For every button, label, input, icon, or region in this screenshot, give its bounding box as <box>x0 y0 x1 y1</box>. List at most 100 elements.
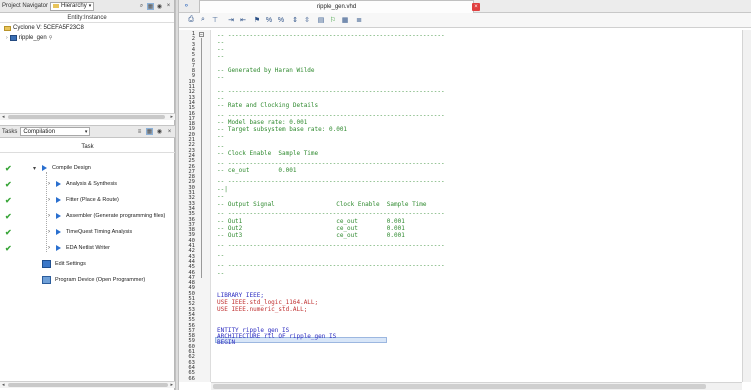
play-icon[interactable] <box>56 197 61 203</box>
play-icon[interactable] <box>56 229 61 235</box>
device-tree-row[interactable]: Cyclone V: 5CEFA5F23C8 <box>0 23 174 33</box>
device-folder-icon <box>4 25 11 31</box>
customize-icon[interactable]: ≡ <box>136 128 143 135</box>
compilation-select[interactable]: Compilation ▾ <box>20 127 91 136</box>
wrap-icon[interactable]: ≣ <box>355 16 363 24</box>
code-line[interactable]: -- <box>217 252 224 259</box>
fold-toggle-icon[interactable]: − <box>199 32 204 38</box>
find-icon[interactable]: ⌕ <box>199 16 207 24</box>
code-line[interactable]: -- -------------------------------------… <box>217 112 445 119</box>
template-icon[interactable]: ▤ <box>317 16 325 24</box>
scroll-right-icon[interactable]: ▸ <box>170 382 173 388</box>
code-line[interactable]: -- Output Signal Clock Enable Sample Tim… <box>217 201 427 208</box>
expand-icon[interactable]: › <box>48 197 50 203</box>
pin-tab-icon[interactable]: ⚬ <box>183 1 190 10</box>
code-line[interactable]: -- <box>217 270 224 277</box>
code-line[interactable]: -- <box>217 46 224 53</box>
entity-instance-column-header: Entity:Instance <box>0 13 174 23</box>
tree-expander-icon[interactable]: › <box>6 35 8 41</box>
task-program-device[interactable]: Program Device (Open Programmer) <box>0 272 175 288</box>
code-line[interactable]: -- <box>217 53 224 60</box>
code-line[interactable]: -- <box>217 95 224 102</box>
code-line[interactable]: -- -------------------------------------… <box>217 32 445 39</box>
scroll-right-icon[interactable]: ▸ <box>170 114 173 120</box>
scroll-left-icon[interactable]: ◂ <box>2 382 5 388</box>
code-line[interactable]: -- Out2 ce_out 0.001 <box>217 225 405 232</box>
code-line[interactable]: -- Model base rate: 0.001 <box>217 119 307 126</box>
comment-icon[interactable]: % <box>265 16 273 24</box>
pin-icon[interactable]: ◉ <box>156 128 163 135</box>
code-line[interactable]: -- Clock Enable Sample Time <box>217 150 318 157</box>
code-line[interactable]: USE IEEE.std_logic_1164.ALL; <box>217 299 318 306</box>
code-line[interactable]: USE IEEE.numeric_std.ALL; <box>217 306 307 313</box>
hierarchy-select[interactable]: Hierarchy ▾ <box>50 1 95 11</box>
navigator-horizontal-scrollbar[interactable]: ◂ ▸ <box>0 113 175 120</box>
tab-ripple-gen[interactable]: ripple_gen.vhd × <box>199 0 480 13</box>
expand-icon[interactable]: ⇕ <box>291 16 299 24</box>
expand-icon[interactable]: › <box>48 181 50 187</box>
code-line[interactable]: -- -------------------------------------… <box>217 178 445 185</box>
flag-icon[interactable]: ⚐ <box>329 16 337 24</box>
search-icon[interactable]: ⌕ <box>138 3 145 10</box>
task-compile-design[interactable]: ✔ ▾ Compile Design <box>0 160 175 176</box>
code-line[interactable]: -- <box>217 143 224 150</box>
bookmark-icon[interactable]: ⚑ <box>253 16 261 24</box>
unindent-icon[interactable]: ⇤ <box>239 16 247 24</box>
code-line[interactable]: -- Rate and Clocking Details <box>217 102 318 109</box>
line-number: 66 <box>188 375 195 382</box>
code-line[interactable]: -- Target subsystem base rate: 0.001 <box>217 126 347 133</box>
code-line[interactable]: -- <box>217 133 224 140</box>
expand-icon[interactable]: › <box>48 229 50 235</box>
pin-icon[interactable]: ◉ <box>156 3 163 10</box>
code-line[interactable]: -- -------------------------------------… <box>217 210 445 217</box>
scroll-left-icon[interactable]: ◂ <box>2 114 5 120</box>
entity-tree-row[interactable]: › ripple_gen ⚲ <box>0 33 174 43</box>
code-line[interactable]: -- -------------------------------------… <box>217 262 445 269</box>
editor-scroll-thumb[interactable] <box>213 384 706 389</box>
play-icon[interactable] <box>56 213 61 219</box>
code-line[interactable]: -- <box>217 193 224 200</box>
device-label: Cyclone V: 5CEFA5F23C8 <box>13 25 84 31</box>
editor-horizontal-scrollbar[interactable] <box>211 382 742 390</box>
expand-icon[interactable]: › <box>48 245 50 251</box>
code-line[interactable]: -- -------------------------------------… <box>217 88 445 95</box>
tasks-scroll-thumb[interactable] <box>8 383 168 387</box>
settings-grid-icon <box>42 260 51 268</box>
play-icon[interactable] <box>56 245 61 251</box>
indent-icon[interactable]: ⇥ <box>227 16 235 24</box>
close-icon[interactable]: × <box>165 3 172 10</box>
task-edit-settings[interactable]: Edit Settings <box>0 256 175 272</box>
insert-template-icon[interactable]: ⊤ <box>211 16 219 24</box>
editor-vertical-scrollbar[interactable] <box>742 30 751 382</box>
code-line[interactable]: -- Out1 ce_out 0.001 <box>217 218 405 225</box>
code-line[interactable]: -- Out3 ce_out 0.001 <box>217 232 405 239</box>
navigator-scroll-thumb[interactable] <box>8 115 165 119</box>
code-line[interactable]: -- Generated by Haran Wilde <box>217 67 315 74</box>
code-line[interactable]: LIBRARY IEEE; <box>217 292 264 299</box>
close-icon[interactable]: × <box>166 128 173 135</box>
print-icon[interactable]: ⎙ <box>187 16 195 24</box>
task-fitter[interactable]: ✔ › Fitter (Place & Route) <box>0 192 175 208</box>
play-icon[interactable] <box>42 165 47 171</box>
collapse-icon[interactable]: ⇳ <box>303 16 311 24</box>
code-line[interactable]: -- <box>217 39 224 46</box>
code-line[interactable]: -- <box>217 74 224 81</box>
task-analysis-synthesis[interactable]: ✔ › Analysis & Synthesis <box>0 176 175 192</box>
task-timequest[interactable]: ✔ › TimeQuest Timing Analysis <box>0 224 175 240</box>
grid-icon[interactable]: ▦ <box>341 16 349 24</box>
code-line[interactable]: -- -------------------------------------… <box>217 242 445 249</box>
expand-icon[interactable]: › <box>48 213 50 219</box>
collapse-icon[interactable]: ▾ <box>33 165 36 172</box>
task-eda-netlist[interactable]: ✔ › EDA Netlist Writer <box>0 240 175 256</box>
task-assembler[interactable]: ✔ › Assembler (Generate programming file… <box>0 208 175 224</box>
code-line[interactable]: --| <box>217 186 228 193</box>
play-icon[interactable] <box>56 181 61 187</box>
uncomment-icon[interactable]: % <box>277 16 285 24</box>
code-line[interactable]: BEGIN <box>217 339 235 346</box>
code-line[interactable]: -- -------------------------------------… <box>217 160 445 167</box>
view-toggle-icon[interactable]: ▦ <box>146 128 153 135</box>
view-toggle-icon[interactable]: ▦ <box>147 2 154 10</box>
code-line[interactable]: -- ce_out 0.001 <box>217 167 296 174</box>
tasks-horizontal-scrollbar[interactable]: ◂ ▸ <box>0 381 175 388</box>
close-tab-icon[interactable]: × <box>472 3 480 11</box>
